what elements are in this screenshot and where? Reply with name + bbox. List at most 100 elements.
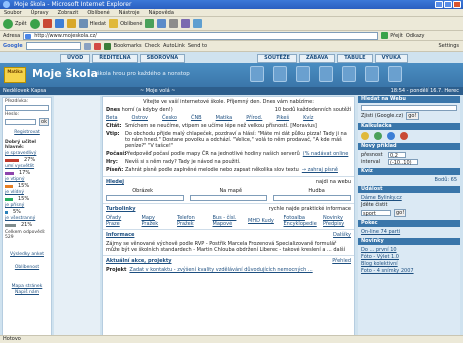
calendar-icon[interactable] xyxy=(250,66,264,82)
address-input[interactable]: http://www.mojeskola.cz/ xyxy=(23,31,379,40)
news-item[interactable]: Do ... první 10 xyxy=(361,247,457,253)
home-button[interactable] xyxy=(66,19,76,28)
google-go-icon[interactable] xyxy=(83,42,91,50)
chart-icon[interactable] xyxy=(296,66,310,82)
formula-icon[interactable] xyxy=(388,66,402,82)
menu-file[interactable]: Soubor xyxy=(4,9,22,16)
contact-link[interactable]: Napiš nám xyxy=(5,290,49,295)
news-item[interactable]: Foto - 4 snímky 2007 xyxy=(361,268,457,274)
google-settings[interactable]: Settings xyxy=(438,43,459,49)
minimize-button[interactable] xyxy=(435,1,443,8)
site-title[interactable]: Moje škola xyxy=(32,67,98,80)
news-overview-link[interactable]: Přehled xyxy=(332,258,351,264)
weather-link[interactable]: (% nadávat online xyxy=(303,151,349,157)
back-button[interactable]: Zpět xyxy=(3,18,27,29)
chat-link[interactable]: On-line 74 parti xyxy=(361,229,457,235)
poll-option[interactable]: umí vysvětlit xyxy=(5,164,49,169)
menu-view[interactable]: Zobrazit xyxy=(58,9,79,16)
sitemap-link[interactable]: Mapa stránek xyxy=(5,284,49,289)
google-send-to[interactable]: Send to xyxy=(188,43,207,49)
poll-option[interactable]: je všestranný xyxy=(5,216,49,221)
search-button[interactable]: Hledat xyxy=(78,19,106,28)
popularity-link[interactable]: Oblíbenost xyxy=(5,265,49,270)
poll-option[interactable]: je přísný xyxy=(5,203,49,208)
google-pagerank-icon[interactable] xyxy=(103,42,111,50)
subnav-left[interactable]: Nedělovek Kapsa xyxy=(3,87,46,95)
clock-icon[interactable] xyxy=(387,132,395,140)
edit-button[interactable] xyxy=(181,19,191,28)
news-title[interactable]: Aktuální akce, projekty xyxy=(106,258,172,264)
messenger-button[interactable] xyxy=(193,19,203,28)
google-autolink[interactable]: AutoLink xyxy=(163,43,185,49)
tab-ostrov[interactable]: Ostrov xyxy=(132,115,148,121)
compass-icon[interactable] xyxy=(400,132,408,140)
google-check[interactable]: Check xyxy=(145,43,160,49)
poll-option[interactable]: je vlídný xyxy=(5,190,49,195)
favorites-button[interactable]: Oblíbené xyxy=(109,19,142,28)
refresh-button[interactable] xyxy=(54,19,64,28)
search-music-input[interactable] xyxy=(273,195,352,201)
go-button[interactable]: Přejít xyxy=(381,32,403,39)
web-search-engine[interactable]: Zjisti (Google.cz) xyxy=(361,113,403,119)
nav-tabule[interactable]: TABULE xyxy=(337,54,373,63)
turbolink-item[interactable]: Bus - čísl. Mapové xyxy=(213,215,241,227)
google-search-input[interactable] xyxy=(25,42,81,50)
search-image-input[interactable] xyxy=(106,195,184,201)
turbolink-item[interactable]: Ořady Praze xyxy=(106,215,134,227)
register-link[interactable]: Registrovat xyxy=(5,130,49,135)
search-map-input[interactable] xyxy=(189,195,268,201)
turbolink-item[interactable]: Telefon Pražek xyxy=(177,215,205,227)
ruler-icon[interactable] xyxy=(374,132,382,140)
nickname-input[interactable] xyxy=(5,105,49,111)
sport-select[interactable]: sport xyxy=(361,210,391,217)
search-section-title[interactable]: Hledej xyxy=(106,179,124,185)
song-link[interactable]: → zahraj písně xyxy=(302,167,338,173)
tab-cesko[interactable]: Česko xyxy=(162,115,177,121)
poll-option[interactable]: je spravedlivý xyxy=(5,151,49,156)
globe-icon[interactable] xyxy=(342,66,356,82)
nav-zabava[interactable]: ZÁBAVA xyxy=(298,54,336,63)
tab-beta[interactable]: Beta xyxy=(106,115,118,121)
stop-button[interactable] xyxy=(42,19,52,28)
info-title[interactable]: Informace xyxy=(106,232,134,238)
web-search-go-button[interactable]: go! xyxy=(406,112,419,120)
teacher-icon[interactable] xyxy=(273,66,287,82)
menu-tools[interactable]: Nástroje xyxy=(119,9,140,16)
news-item[interactable]: Fóto - Výlet 1.0 xyxy=(361,254,457,260)
google-news-icon[interactable] xyxy=(93,42,101,50)
event-link[interactable]: Dáme Bylinky.cz xyxy=(361,195,457,201)
nav-uvod[interactable]: ÚVOD xyxy=(60,54,91,63)
menu-favorites[interactable]: Oblíbené xyxy=(87,9,109,16)
poll-results-link[interactable]: Výsledky anket xyxy=(5,252,49,257)
tab-prirod[interactable]: Přírod. xyxy=(246,115,262,121)
login-ok-button[interactable]: ok xyxy=(39,118,49,126)
turbolink-item[interactable]: Mapy Pražek xyxy=(142,215,170,227)
close-button[interactable] xyxy=(453,1,461,8)
precision-input[interactable]: 0,2 xyxy=(388,152,406,159)
maximize-button[interactable] xyxy=(444,1,452,8)
site-logo[interactable]: Matika xyxy=(4,67,26,83)
tab-pikes[interactable]: Pikeš xyxy=(276,115,289,121)
nav-souteze[interactable]: SOUTĚŽE xyxy=(257,54,297,63)
password-input[interactable] xyxy=(5,119,37,125)
menu-help[interactable]: Nápověda xyxy=(149,9,174,16)
calc-icon[interactable] xyxy=(361,132,369,140)
forward-button[interactable] xyxy=(29,18,40,29)
web-search-input[interactable] xyxy=(361,105,457,111)
house-icon[interactable] xyxy=(319,66,333,82)
sport-go-button[interactable]: go! xyxy=(394,209,407,217)
tab-kviz[interactable]: Kvíz xyxy=(303,115,313,121)
news-item[interactable]: Blog kolektivní xyxy=(361,261,457,267)
news-text[interactable]: Zadat v kontaktu - zvýšení kvality vzděl… xyxy=(129,267,312,273)
print-button[interactable] xyxy=(169,19,179,28)
mail-button[interactable] xyxy=(157,19,167,28)
turbolink-item[interactable]: MHD Kudy xyxy=(248,218,276,224)
tab-cnb[interactable]: ČNB xyxy=(191,115,202,121)
interval-input[interactable]: (-10..10) xyxy=(388,159,418,166)
turbolinks-title[interactable]: Turbolinky xyxy=(106,206,135,212)
nav-reditelna[interactable]: ŘEDITELNA xyxy=(92,54,138,63)
google-bookmarks[interactable]: Bookmarks xyxy=(114,43,142,49)
links-button[interactable]: Odkazy xyxy=(406,33,425,39)
info-more-link[interactable]: Dalšíky xyxy=(333,232,351,238)
turbolink-item[interactable]: Novinky Předpisy xyxy=(323,215,351,227)
